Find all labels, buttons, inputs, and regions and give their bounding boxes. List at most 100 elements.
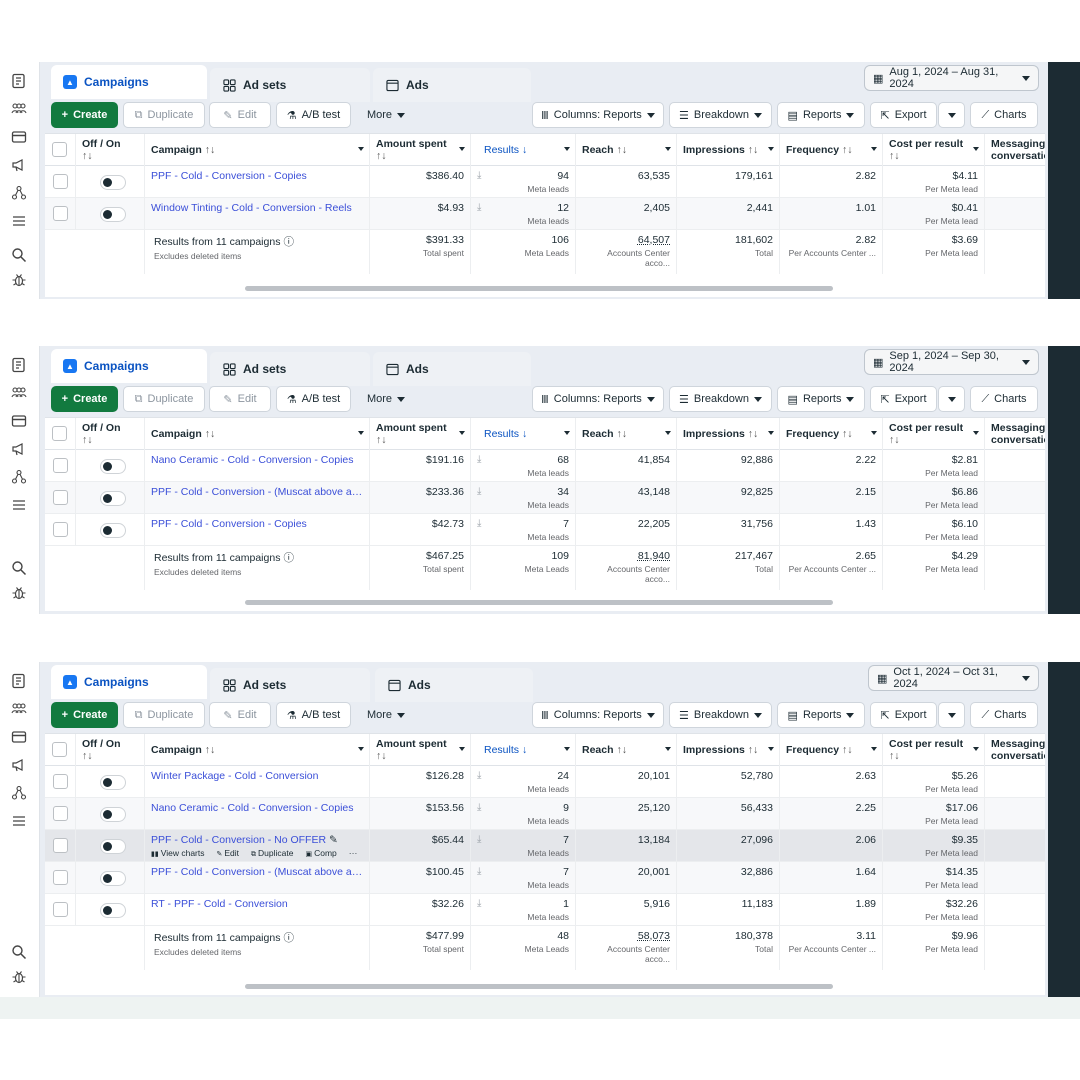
row-checkbox[interactable] bbox=[53, 174, 68, 189]
export-dropdown-button[interactable] bbox=[938, 702, 965, 728]
row-checkbox[interactable] bbox=[53, 806, 68, 821]
business-graph-icon[interactable] bbox=[10, 184, 28, 202]
create-button[interactable]: + Create bbox=[51, 386, 118, 412]
campaign-toggle[interactable] bbox=[100, 523, 126, 538]
tab-ads[interactable]: Ads bbox=[373, 352, 531, 386]
table-row[interactable]: PPF - Cold - Conversion - No OFFER ✎ ▮▮ Vie… bbox=[45, 830, 1045, 862]
campaign-toggle[interactable] bbox=[100, 839, 126, 854]
breakdown-button[interactable]: ☰ Breakdown bbox=[669, 386, 772, 412]
col-reach[interactable]: Reach ↑↓ bbox=[576, 134, 677, 167]
duplicate-link[interactable]: ⧉ Duplicate bbox=[251, 848, 299, 858]
columns-button[interactable]: Ⅲ Columns: Reports bbox=[532, 102, 664, 128]
create-button[interactable]: + Create bbox=[51, 102, 118, 128]
business-graph-icon[interactable] bbox=[10, 468, 28, 486]
charts-button[interactable]: ⟋ Charts bbox=[970, 102, 1038, 128]
row-checkbox[interactable] bbox=[53, 902, 68, 917]
table-row[interactable]: PPF - Cold - Conversion - (Muscat above … bbox=[45, 482, 1045, 514]
account-overview-icon[interactable] bbox=[10, 356, 28, 374]
columns-button[interactable]: Ⅲ Columns: Reports bbox=[532, 386, 664, 412]
col-impressions[interactable]: Impressions ↑↓ bbox=[677, 134, 780, 167]
date-range-picker[interactable]: ▦ Oct 1, 2024 – Oct 31, 2024 bbox=[868, 665, 1039, 691]
tab-campaigns[interactable]: ▲ Campaigns bbox=[51, 65, 207, 99]
campaign-name-link[interactable]: RT - PPF - Cold - Conversion bbox=[151, 898, 363, 910]
col-impressions[interactable]: Impressions ↑↓ bbox=[677, 734, 780, 767]
col-frequency[interactable]: Frequency ↑↓ bbox=[780, 418, 883, 451]
col-results[interactable]: Results ↓ bbox=[471, 734, 576, 767]
bug-report-icon[interactable] bbox=[10, 968, 28, 986]
col-reach[interactable]: Reach ↑↓ bbox=[576, 734, 677, 767]
col-messaging[interactable]: Messaging conversatio bbox=[985, 734, 1045, 767]
campaign-name-link[interactable]: PPF - Cold - Conversion - (Muscat above … bbox=[151, 486, 363, 498]
select-all-checkbox[interactable] bbox=[52, 142, 67, 157]
more-actions-button[interactable]: ··· bbox=[349, 848, 358, 858]
more-button[interactable]: More bbox=[361, 702, 411, 728]
col-off-on[interactable]: Off / On ↑↓ bbox=[76, 134, 145, 167]
campaign-name-link[interactable]: Winter Package - Cold - Conversion bbox=[151, 770, 363, 782]
table-row[interactable]: Winter Package - Cold - Conversion $126.2… bbox=[45, 766, 1045, 798]
campaign-toggle[interactable] bbox=[100, 207, 126, 222]
search-icon[interactable] bbox=[10, 559, 28, 577]
col-campaign[interactable]: Campaign ↑↓ bbox=[145, 418, 370, 451]
rename-pencil-icon[interactable]: ✎ bbox=[329, 834, 338, 846]
table-row[interactable]: Nano Ceramic - Cold - Conversion - Copie… bbox=[45, 450, 1045, 482]
charts-button[interactable]: ⟋ Charts bbox=[970, 386, 1038, 412]
billing-card-icon[interactable] bbox=[10, 728, 28, 746]
table-row[interactable]: RT - PPF - Cold - Conversion $32.26 ⤓ 1 Meta… bbox=[45, 894, 1045, 926]
date-range-picker[interactable]: ▦ Aug 1, 2024 – Aug 31, 2024 bbox=[864, 65, 1039, 91]
campaign-name-link[interactable]: PPF - Cold - Conversion - No OFFER bbox=[151, 834, 326, 846]
tab-ads[interactable]: Ads bbox=[373, 68, 531, 102]
col-off-on[interactable]: Off / On ↑↓ bbox=[76, 418, 145, 451]
megaphone-icon[interactable] bbox=[10, 156, 28, 174]
audience-icon[interactable] bbox=[10, 384, 28, 402]
audience-icon[interactable] bbox=[10, 100, 28, 118]
col-cost-per-result[interactable]: Cost per result ↑↓ bbox=[883, 134, 985, 167]
col-reach[interactable]: Reach ↑↓ bbox=[576, 418, 677, 451]
campaign-name-link[interactable]: PPF - Cold - Conversion - Copies bbox=[151, 518, 363, 530]
campaign-name-link[interactable]: Nano Ceramic - Cold - Conversion - Copie… bbox=[151, 802, 363, 814]
tab-ad-sets[interactable]: Ad sets bbox=[210, 352, 370, 386]
col-campaign[interactable]: Campaign ↑↓ bbox=[145, 134, 370, 167]
col-campaign[interactable]: Campaign ↑↓ bbox=[145, 734, 370, 767]
table-row[interactable]: Window Tinting - Cold - Conversion - Ree… bbox=[45, 198, 1045, 230]
edit-button[interactable]: ✎ Edit bbox=[209, 702, 271, 728]
view-charts-link[interactable]: ▮▮ View charts bbox=[151, 848, 211, 858]
megaphone-icon[interactable] bbox=[10, 756, 28, 774]
tab-campaigns[interactable]: ▲ Campaigns bbox=[51, 665, 207, 699]
select-all-checkbox[interactable] bbox=[52, 742, 67, 757]
more-button[interactable]: More bbox=[361, 386, 411, 412]
date-range-picker[interactable]: ▦ Sep 1, 2024 – Sep 30, 2024 bbox=[864, 349, 1039, 375]
breakdown-button[interactable]: ☰ Breakdown bbox=[669, 102, 772, 128]
col-off-on[interactable]: Off / On ↑↓ bbox=[76, 734, 145, 767]
horizontal-scrollbar[interactable] bbox=[245, 984, 833, 989]
table-row[interactable]: PPF - Cold - Conversion - (Muscat above … bbox=[45, 862, 1045, 894]
ab-test-button[interactable]: ⚗ A/B test bbox=[276, 702, 351, 728]
row-checkbox[interactable] bbox=[53, 206, 68, 221]
breakdown-button[interactable]: ☰ Breakdown bbox=[669, 702, 772, 728]
row-checkbox[interactable] bbox=[53, 838, 68, 853]
ab-test-button[interactable]: ⚗ A/B test bbox=[276, 386, 351, 412]
ab-test-button[interactable]: ⚗ A/B test bbox=[276, 102, 351, 128]
col-results[interactable]: Results ↓ bbox=[471, 418, 576, 451]
campaign-toggle[interactable] bbox=[100, 491, 126, 506]
reports-button[interactable]: ▤ Reports bbox=[777, 102, 865, 128]
create-button[interactable]: + Create bbox=[51, 702, 118, 728]
bug-report-icon[interactable] bbox=[10, 271, 28, 289]
col-amount-spent[interactable]: Amount spent ↑↓ bbox=[370, 734, 471, 767]
more-button[interactable]: More bbox=[361, 102, 411, 128]
columns-button[interactable]: Ⅲ Columns: Reports bbox=[532, 702, 664, 728]
tab-ad-sets[interactable]: Ad sets bbox=[210, 668, 370, 702]
campaign-toggle[interactable] bbox=[100, 871, 126, 886]
info-icon[interactable]: ⓘ bbox=[283, 236, 294, 248]
campaign-toggle[interactable] bbox=[100, 903, 126, 918]
edit-link[interactable]: ✎ Edit bbox=[217, 848, 246, 858]
table-row[interactable]: PPF - Cold - Conversion - Copies $386.40 ⤓… bbox=[45, 166, 1045, 198]
col-amount-spent[interactable]: Amount spent ↑↓ bbox=[370, 134, 471, 167]
row-checkbox[interactable] bbox=[53, 870, 68, 885]
menu-icon[interactable] bbox=[10, 212, 28, 230]
row-checkbox[interactable] bbox=[53, 522, 68, 537]
export-button[interactable]: ⇱ Export bbox=[870, 386, 937, 412]
horizontal-scrollbar[interactable] bbox=[245, 600, 833, 605]
reports-button[interactable]: ▤ Reports bbox=[777, 386, 865, 412]
tab-ads[interactable]: Ads bbox=[375, 668, 533, 702]
billing-card-icon[interactable] bbox=[10, 412, 28, 430]
